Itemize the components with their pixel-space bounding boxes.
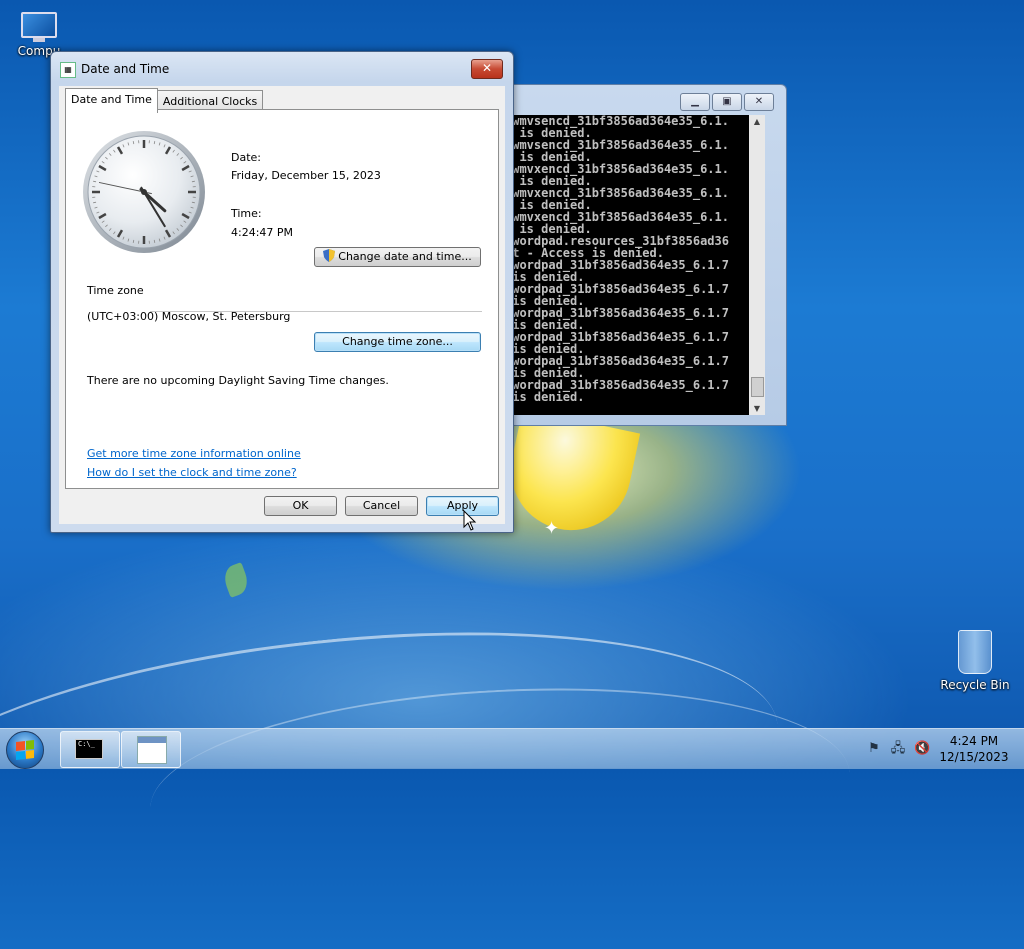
taskbar-date: 12/15/2023 [938,749,1010,765]
network-icon[interactable]: 🖧 [890,741,906,757]
console-line: is denied. [505,391,749,403]
scroll-up-icon[interactable]: ▲ [749,117,765,126]
action-center-flag-icon[interactable]: ⚑ [866,741,882,757]
close-button[interactable]: ✕ [471,59,503,79]
time-zone-info-link[interactable]: Get more time zone information online [87,447,301,460]
taskbar-time: 4:24 PM [938,733,1010,749]
windows-logo-icon [16,740,34,760]
console-scrollbar[interactable]: ▲ ▼ [749,115,765,415]
analog-clock [82,130,206,254]
date-time-dialog[interactable]: ▦ Date and Time ✕ Date and Time Addition… [50,51,514,533]
change-date-time-label: Change date and time... [338,250,471,263]
calendar-clock-icon [137,736,167,764]
start-button[interactable] [6,731,44,769]
console-window-controls: ▁ ▣ ✕ [680,93,774,111]
console-output[interactable]: -wmvsencd_31bf3856ad364e35_6.1.s is deni… [503,115,749,415]
uac-shield-icon [323,249,335,262]
change-time-zone-button[interactable]: Change time zone... [314,332,481,352]
minimize-button[interactable]: ▁ [680,93,710,111]
tab-date-and-time[interactable]: Date and Time [65,88,158,113]
time-label: Time: [231,207,262,220]
scroll-down-icon[interactable]: ▼ [749,404,765,413]
dialog-client: Date and Time Additional Clocks [59,86,505,524]
tab-panel: Date: Friday, December 15, 2023 Time: 4:… [65,109,499,489]
dst-message: There are no upcoming Daylight Saving Ti… [87,374,389,387]
recycle-bin-icon [958,630,992,674]
change-date-time-button[interactable]: Change date and time... [314,247,481,267]
date-value: Friday, December 15, 2023 [231,169,381,182]
wallpaper-glow [500,409,640,542]
clock-help-link[interactable]: How do I set the clock and time zone? [87,466,297,479]
timezone-heading: Time zone [87,284,144,297]
taskbar-clock[interactable]: 4:24 PM 12/15/2023 [938,733,1010,765]
wallpaper-leaf [221,562,252,598]
timezone-value: (UTC+03:00) Moscow, St. Petersburg [87,310,290,323]
desktop-icon-recycle-bin[interactable]: Recycle Bin [940,630,1010,692]
taskbar-button-date-time[interactable] [121,731,181,768]
date-label: Date: [231,151,261,164]
console-window[interactable]: ▁ ▣ ✕ -wmvsencd_31bf3856ad364e35_6.1.s i… [490,84,787,426]
volume-muted-icon[interactable]: 🔇 [914,741,930,757]
mouse-cursor-icon [463,510,477,532]
time-value: 4:24:47 PM [231,226,293,239]
dialog-title: Date and Time [81,62,169,76]
maximize-button[interactable]: ▣ [712,93,742,111]
cancel-button[interactable]: Cancel [345,496,418,516]
scrollbar-thumb[interactable] [751,377,764,397]
computer-icon [19,10,59,40]
wallpaper-sparkle-icon: ✦ [544,518,559,539]
taskbar-button-command-prompt[interactable]: C:\_ [60,731,120,768]
ok-button[interactable]: OK [264,496,337,516]
command-prompt-icon: C:\_ [75,739,103,759]
desktop-icon-label: Recycle Bin [940,678,1010,692]
close-icon: ✕ [482,61,492,75]
calendar-icon: ▦ [60,62,76,78]
close-button[interactable]: ✕ [744,93,774,111]
